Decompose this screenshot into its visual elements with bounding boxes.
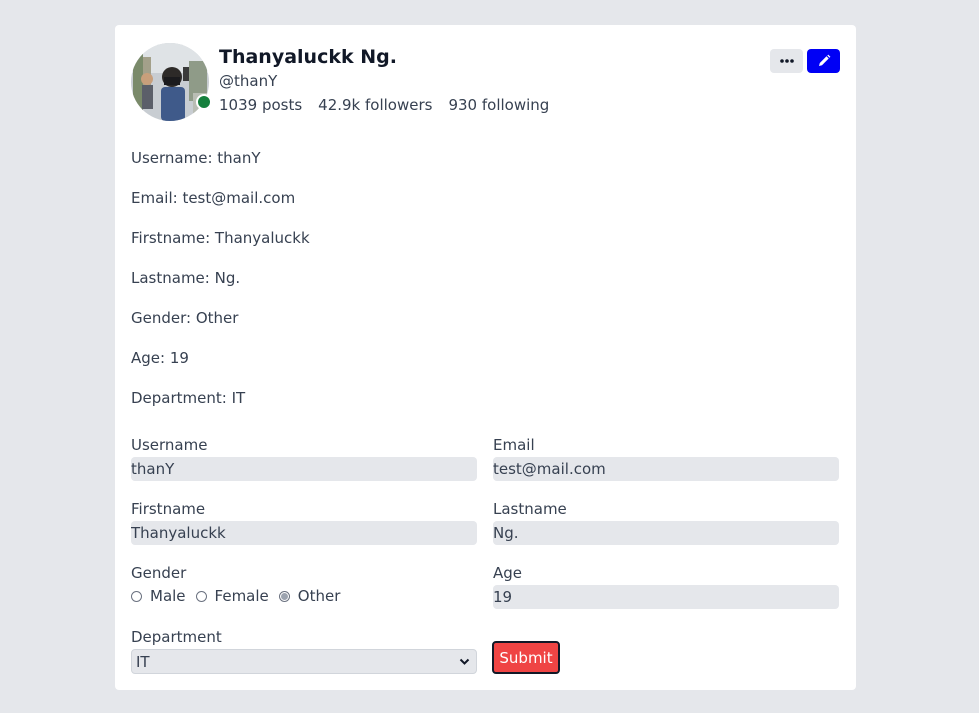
edit-profile-button[interactable] xyxy=(807,49,840,73)
gender-radio-group: Male Female Other xyxy=(131,587,350,605)
profile-stats: 1039 posts 42.9k followers 930 following xyxy=(219,96,549,114)
online-status-dot xyxy=(196,94,212,110)
email-label: Email xyxy=(493,436,535,454)
age-input[interactable] xyxy=(493,585,839,609)
profile-handle: @thanY xyxy=(219,72,278,90)
gender-option-female-label[interactable]: Female xyxy=(215,587,269,605)
more-options-button[interactable] xyxy=(770,49,803,73)
info-firstname: Firstname: Thanyaluckk xyxy=(131,229,310,247)
gender-label: Gender xyxy=(131,564,187,582)
followers-count[interactable]: 42.9k followers xyxy=(318,96,432,114)
lastname-label: Lastname xyxy=(493,500,567,518)
username-input[interactable] xyxy=(131,457,477,481)
department-label: Department xyxy=(131,628,222,646)
ellipsis-icon xyxy=(779,59,794,63)
gender-option-other-label[interactable]: Other xyxy=(298,587,341,605)
info-email: Email: test@mail.com xyxy=(131,189,296,207)
profile-info-list: Username: thanY Email: test@mail.com Fir… xyxy=(131,147,310,427)
radio-selected-dot xyxy=(280,592,288,600)
firstname-label: Firstname xyxy=(131,500,206,518)
username-label: Username xyxy=(131,436,208,454)
info-gender: Gender: Other xyxy=(131,309,239,327)
gender-option-male-label[interactable]: Male xyxy=(150,587,186,605)
email-input[interactable] xyxy=(493,457,839,481)
avatar-photo xyxy=(131,43,209,121)
profile-display-name: Thanyaluckk Ng. xyxy=(219,46,397,68)
profile-card: Thanyaluckk Ng. @thanY 1039 posts 42.9k … xyxy=(115,25,856,690)
department-select[interactable]: IT xyxy=(131,649,477,674)
pencil-icon xyxy=(818,54,830,66)
info-lastname: Lastname: Ng. xyxy=(131,269,241,287)
posts-count: 1039 posts xyxy=(219,96,303,114)
info-username: Username: thanY xyxy=(131,149,261,167)
firstname-input[interactable] xyxy=(131,521,477,545)
lastname-input[interactable] xyxy=(493,521,839,545)
following-count[interactable]: 930 following xyxy=(448,96,549,114)
department-selected-value: IT xyxy=(136,652,150,671)
info-age: Age: 19 xyxy=(131,349,189,367)
avatar xyxy=(131,43,209,121)
gender-radio-male[interactable] xyxy=(131,590,142,602)
chevron-down-icon xyxy=(459,658,470,665)
gender-radio-other[interactable] xyxy=(278,590,290,602)
submit-button[interactable]: Submit xyxy=(492,641,560,674)
info-department: Department: IT xyxy=(131,389,246,407)
age-label: Age xyxy=(493,564,523,582)
gender-radio-female[interactable] xyxy=(195,590,207,602)
